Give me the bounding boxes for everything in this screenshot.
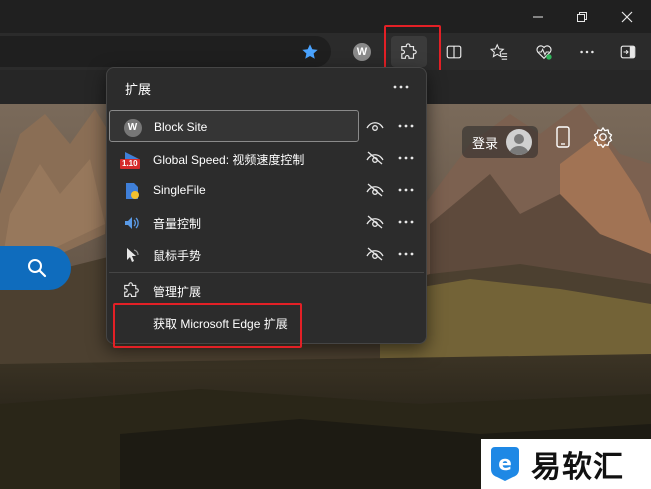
menu-divider (109, 272, 424, 273)
watermark: e 易软汇 (481, 439, 651, 489)
extension-label: 鼠标手势 (153, 249, 202, 263)
manage-extensions-label: 管理扩展 (153, 285, 202, 299)
settings-gear-icon[interactable] (588, 122, 618, 152)
extension-label: Global Speed: 视频速度控制 (153, 153, 305, 167)
minimize-icon[interactable] (518, 0, 558, 33)
unpinned-eye-icon[interactable] (363, 211, 387, 233)
extension-more-icon[interactable] (394, 243, 418, 265)
search-button[interactable] (0, 246, 71, 290)
volume-icon (122, 213, 141, 232)
mouse-gesture-icon (122, 245, 141, 264)
close-icon[interactable] (607, 0, 647, 33)
search-icon (28, 259, 47, 278)
login-label: 登录 (472, 135, 499, 151)
extension-label: 音量控制 (153, 217, 202, 231)
global-speed-badge: 1.10 (120, 159, 140, 169)
pinned-eye-icon[interactable] (363, 115, 387, 137)
highlight-get-extensions (113, 303, 302, 348)
extension-more-icon[interactable] (394, 211, 418, 233)
unpinned-eye-icon[interactable] (363, 179, 387, 201)
popup-title: 扩展 (125, 82, 152, 97)
user-avatar-icon[interactable] (506, 129, 532, 155)
extension-more-icon[interactable] (394, 147, 418, 169)
watermark-text: 易软汇 (531, 450, 624, 485)
phone-icon[interactable] (548, 122, 578, 152)
extension-row-block-site[interactable]: W Block Site (109, 110, 359, 142)
star-icon[interactable] (294, 36, 326, 67)
highlight-extensions-button (384, 25, 441, 73)
sidebar-icon[interactable] (612, 36, 644, 67)
extension-more-icon[interactable] (394, 179, 418, 201)
browser-toolbar: W (0, 33, 651, 70)
extension-label: Block Site (154, 120, 208, 134)
title-bar (0, 0, 651, 33)
restore-icon[interactable] (562, 0, 602, 33)
address-bar[interactable] (0, 36, 331, 67)
unpinned-eye-icon[interactable] (363, 147, 387, 169)
singlefile-icon (122, 181, 141, 200)
manage-extensions-item[interactable]: 管理扩展 (109, 274, 424, 306)
extension-more-icon[interactable] (394, 115, 418, 137)
more-icon[interactable] (571, 36, 603, 67)
extension-label: SingleFile (153, 183, 206, 197)
svg-text:e: e (498, 451, 512, 475)
popup-more-icon[interactable] (387, 76, 415, 98)
extensions-puzzle-icon (122, 281, 141, 300)
block-site-icon: W (123, 118, 142, 137)
w-extension-icon[interactable]: W (346, 36, 378, 67)
watermark-logo-icon: e (491, 447, 519, 481)
split-screen-icon[interactable] (438, 36, 470, 67)
unpinned-eye-icon[interactable] (363, 243, 387, 265)
browser-essentials-icon[interactable] (528, 36, 560, 67)
w-extension-letter: W (353, 42, 371, 61)
favorites-icon[interactable] (483, 36, 515, 67)
